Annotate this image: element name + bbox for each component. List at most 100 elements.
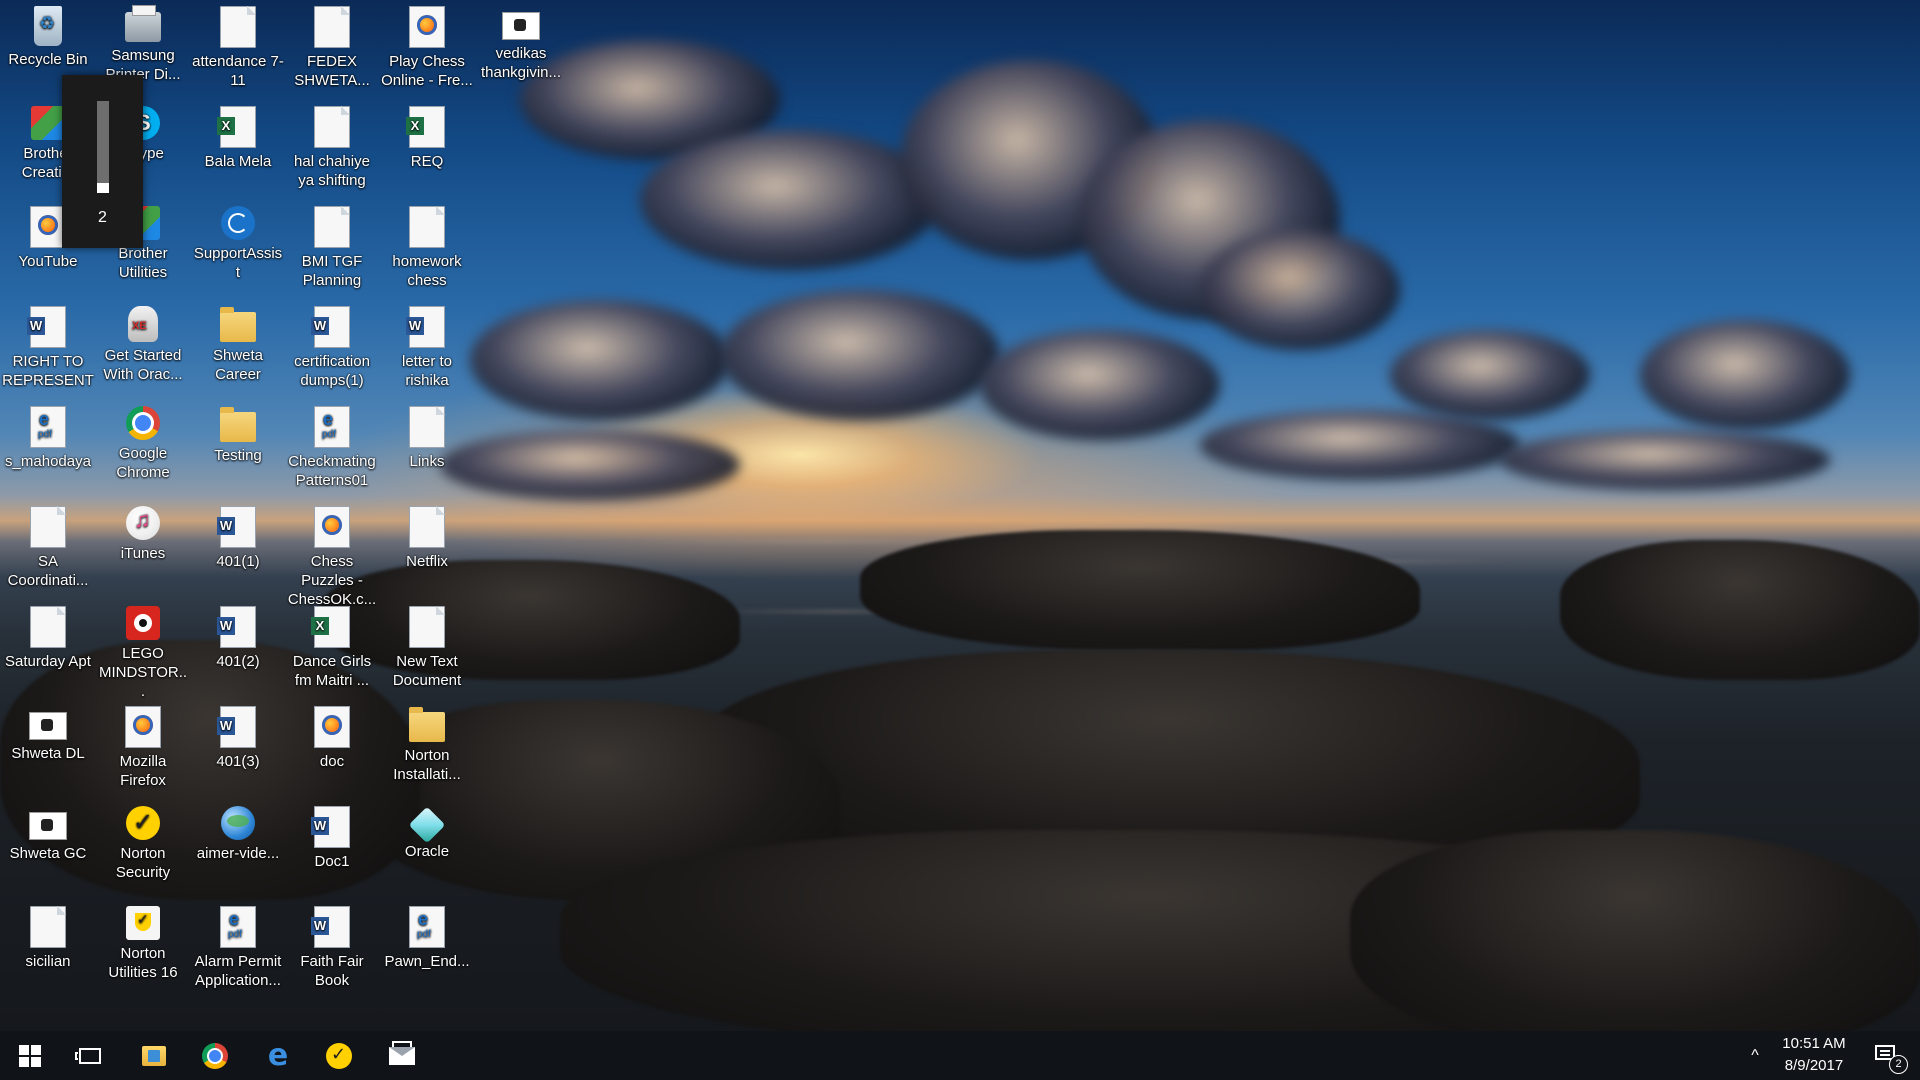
itunes-icon [126,506,160,540]
desktop-icon[interactable]: Shweta Career [190,300,286,396]
desktop-icon[interactable]: Norton Installati... [379,700,475,796]
text-document-icon [409,506,445,548]
recycle-bin-icon [34,6,62,46]
desktop-icon-label: Recycle Bin [8,51,88,68]
desktop-icon-label: Links [409,453,445,470]
task-view-button[interactable] [60,1031,120,1080]
edge-taskbar-button[interactable]: e [248,1031,308,1080]
desktop-icon[interactable]: Alarm Permit Application... [190,900,286,996]
desktop-icon[interactable]: Pawn_End... [379,900,475,996]
folder-icon [220,307,256,342]
desktop-icon[interactable]: Dance Girls fm Maitri ... [284,600,380,696]
mail-taskbar-button[interactable] [372,1031,432,1080]
desktop-icon[interactable]: Norton Utilities 16 [95,900,191,996]
desktop-icon[interactable]: Norton Security [95,800,191,896]
text-document-icon [220,6,256,48]
desktop-icon[interactable]: homework chess [379,200,475,296]
desktop-icon[interactable]: Bala Mela [190,100,286,196]
notification-count-badge: 2 [1889,1055,1908,1074]
image-file-icon [29,712,67,740]
firefox-shortcut-icon [314,506,350,548]
desktop-icon[interactable]: aimer-vide... [190,800,286,896]
word-file-icon [406,306,445,348]
desktop-icon[interactable]: SupportAssist [190,200,286,296]
desktop-icon[interactable]: Google Chrome [95,400,191,496]
show-hidden-icons-chevron-icon[interactable]: ^ [1742,1031,1768,1080]
firefox-shortcut-icon [30,206,66,248]
desktop-icon-label: hal chahiye ya shifting [294,153,370,189]
action-center-button[interactable]: 2 [1862,1031,1912,1080]
desktop-icon[interactable]: Links [379,400,475,496]
excel-file-icon [406,106,445,148]
desktop-icon[interactable]: Checkmating Patterns01 [284,400,380,496]
desktop-icon[interactable]: Oracle [379,800,475,896]
word-file-icon [311,806,350,848]
desktop-icon-label: New Text Document [392,653,462,689]
clock[interactable]: 10:51 AM 8/9/2017 [1772,1031,1856,1080]
desktop-icon[interactable]: 401(3) [190,700,286,796]
file-explorer-button[interactable] [124,1031,184,1080]
desktop-icon-label: Brother Utilities [118,245,168,281]
norton-security-icon [126,806,160,840]
word-file-icon [27,306,66,348]
desktop-icon[interactable]: Mozilla Firefox [95,700,191,796]
desktop-icon[interactable]: LEGO MINDSTOR... [95,600,191,700]
desktop-icon[interactable]: vedikas thankgivin... [473,0,569,96]
edge-icon: e [267,1037,289,1073]
desktop-icon[interactable]: Netflix [379,500,475,596]
desktop[interactable]: Recycle BinSamsung Printer Di...attendan… [0,0,1920,1031]
desktop-icon-label: Get Started With Orac... [103,347,183,383]
desktop-icon[interactable]: letter to rishika [379,300,475,396]
desktop-icon[interactable]: RIGHT TO REPRESENT [0,300,96,396]
norton-taskbar-button[interactable] [309,1031,369,1080]
desktop-icon[interactable]: Saturday Apt [0,600,96,696]
desktop-icon[interactable]: attendance 7-11 [190,0,286,96]
pdf-file-icon [220,906,256,948]
desktop-icon-label: FEDEX SHWETA... [294,53,370,89]
desktop-icon[interactable]: s_mahodaya [0,400,96,496]
desktop-icon-label: Play Chess Online - Fre... [381,53,473,89]
desktop-icon[interactable]: certification dumps(1) [284,300,380,396]
folder-icon [409,707,445,742]
desktop-icon[interactable]: iTunes [95,500,191,596]
desktop-icon[interactable]: 401(1) [190,500,286,596]
desktop-icon[interactable]: doc [284,700,380,796]
volume-flyout[interactable]: 2 [62,75,143,248]
desktop-icon[interactable]: hal chahiye ya shifting [284,100,380,196]
desktop-icon[interactable]: SA Coordinati... [0,500,96,596]
excel-file-icon [311,606,350,648]
desktop-icon[interactable]: Get Started With Orac... [95,300,191,396]
chrome-taskbar-button[interactable] [185,1031,245,1080]
desktop-icon[interactable]: 401(2) [190,600,286,696]
desktop-icon-label: Mozilla Firefox [119,753,167,789]
desktop-icon-label: Oracle [404,843,450,860]
desktop-icon[interactable]: Shweta DL [0,700,96,796]
desktop-icon-label: sicilian [25,953,71,970]
desktop-icon-label: Bala Mela [204,153,272,170]
desktop-icon[interactable]: BMI TGF Planning [284,200,380,296]
desktop-icon[interactable]: Faith Fair Book [284,900,380,996]
desktop-icon[interactable]: Chess Puzzles - ChessOK.c... [284,500,380,608]
globe-icon [221,806,255,840]
desktop-icon[interactable]: Play Chess Online - Fre... [379,0,475,96]
text-document-icon [30,906,66,948]
pdf-file-icon [314,406,350,448]
desktop-icon-label: Dance Girls fm Maitri ... [292,653,372,689]
norton-utilities-icon [126,906,160,940]
task-view-icon [75,1047,101,1064]
pdf-file-icon [30,406,66,448]
desktop-icon[interactable]: FEDEX SHWETA... [284,0,380,96]
desktop-icon-label: Testing [214,447,262,464]
volume-slider[interactable] [97,101,109,193]
desktop-icon-label: YouTube [18,253,78,270]
text-document-icon [30,506,66,548]
desktop-icon[interactable]: New Text Document [379,600,475,696]
start-button[interactable] [0,1031,60,1080]
desktop-icon[interactable]: REQ [379,100,475,196]
desktop-icon[interactable]: Shweta GC [0,800,96,896]
desktop-icon[interactable]: sicilian [0,900,96,996]
firefox-shortcut-icon [314,706,350,748]
desktop-icon[interactable]: Doc1 [284,800,380,896]
desktop-icon[interactable]: Testing [190,400,286,496]
desktop-icon-label: Shweta GC [9,845,87,862]
